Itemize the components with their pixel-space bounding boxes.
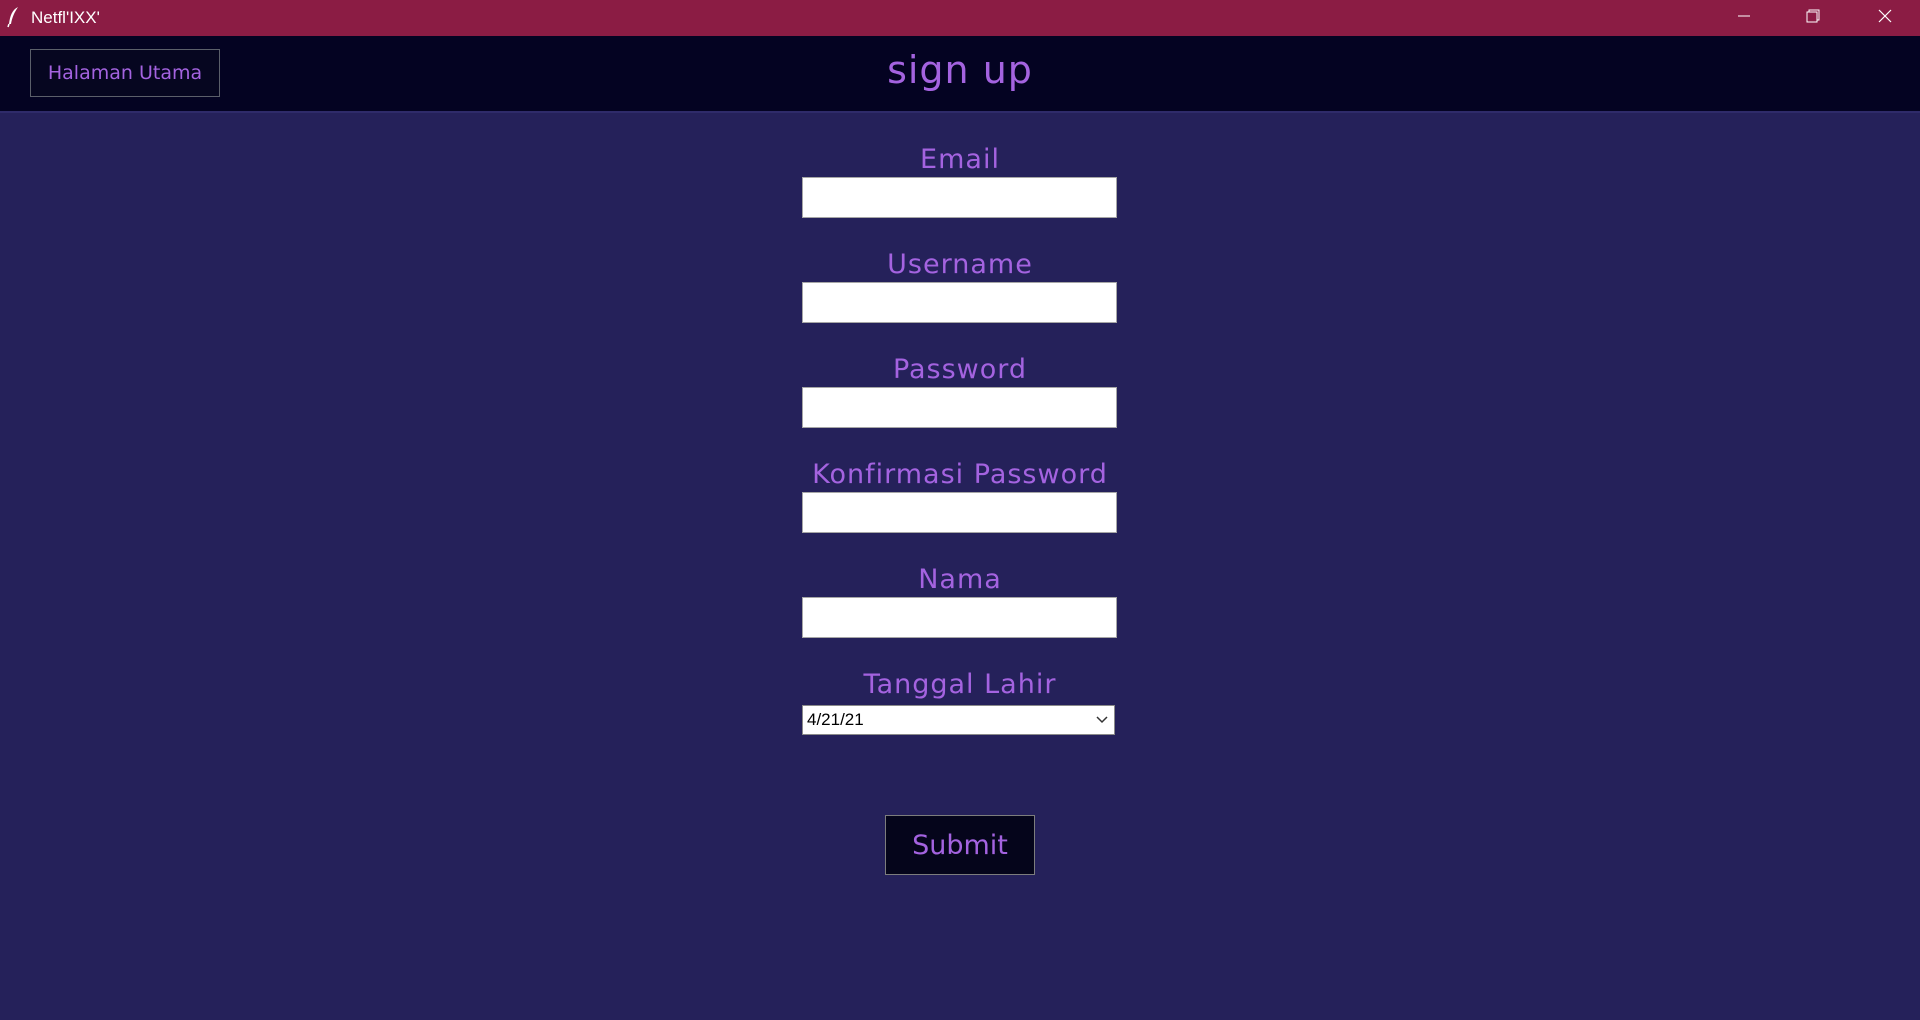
name-field[interactable] <box>802 597 1117 638</box>
username-label: Username <box>887 249 1033 280</box>
page-title: sign up <box>887 48 1033 92</box>
feather-icon <box>6 6 22 28</box>
email-label: Email <box>920 144 1000 175</box>
name-label: Nama <box>918 564 1002 595</box>
maximize-button[interactable] <box>1778 0 1848 36</box>
confirm-password-label: Konfirmasi Password <box>812 459 1108 490</box>
chevron-down-icon[interactable] <box>1090 706 1114 734</box>
email-field[interactable] <box>802 177 1117 218</box>
window-title: Netfl'IXX' <box>31 8 100 27</box>
birthdate-picker[interactable]: 4/21/21 <box>802 705 1115 735</box>
minimize-button[interactable] <box>1709 0 1779 36</box>
confirm-password-field[interactable] <box>802 492 1117 533</box>
birthdate-label: Tanggal Lahir <box>863 669 1057 700</box>
password-field[interactable] <box>802 387 1117 428</box>
birthdate-value: 4/21/21 <box>807 710 864 729</box>
header-divider <box>0 111 1920 113</box>
username-field[interactable] <box>802 282 1117 323</box>
submit-button[interactable]: Submit <box>885 815 1035 875</box>
close-button[interactable] <box>1850 0 1920 36</box>
app-header: Halaman Utama sign up <box>0 36 1920 111</box>
close-icon <box>1877 8 1893 28</box>
password-label: Password <box>892 354 1028 385</box>
maximize-icon <box>1805 8 1821 28</box>
window-titlebar: Netfl'IXX' <box>0 0 1920 36</box>
minimize-icon <box>1736 8 1752 28</box>
